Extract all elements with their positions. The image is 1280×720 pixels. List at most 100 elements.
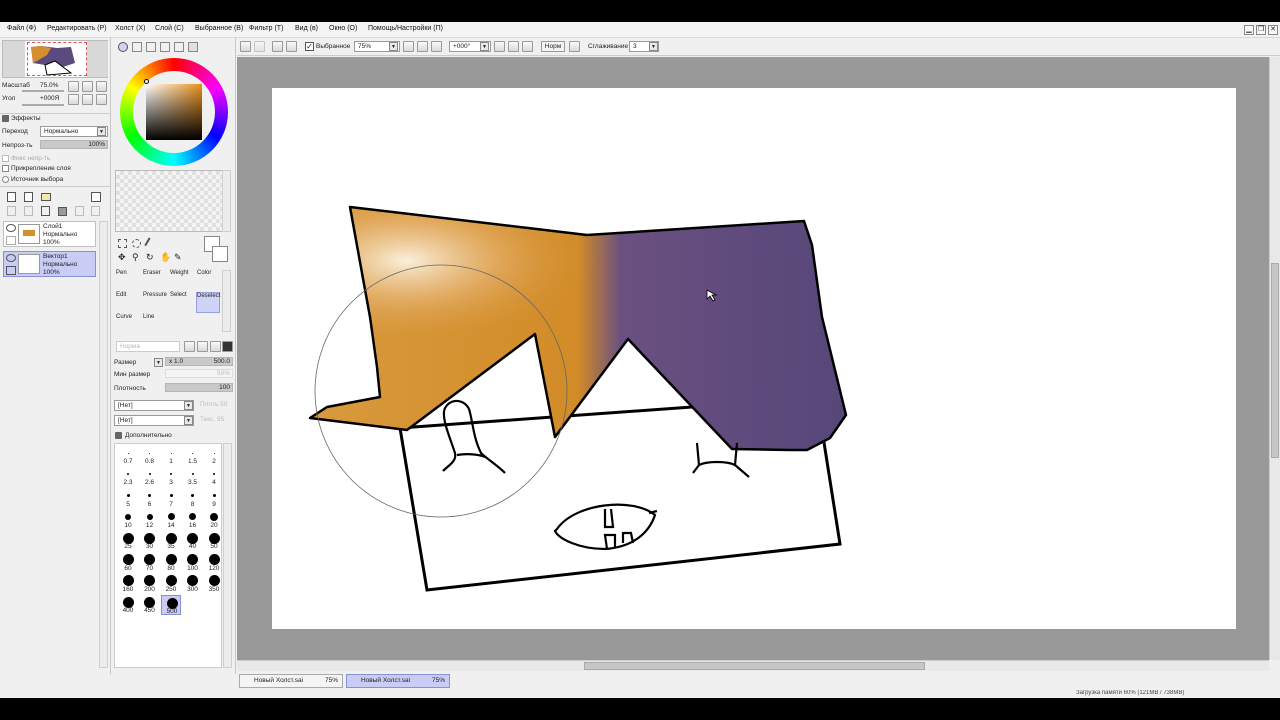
selection-source-checkbox[interactable] (2, 176, 9, 183)
brush-size-item[interactable]: 16 (183, 510, 203, 530)
zoom-out-button[interactable] (68, 81, 79, 92)
tool-pressure[interactable]: Pressure (143, 292, 167, 313)
hand-icon[interactable]: ✋ (160, 253, 171, 263)
tool-curve[interactable]: Curve (116, 314, 140, 335)
close-button[interactable]: ✕ (1268, 25, 1278, 35)
color-picker-handle[interactable] (144, 79, 149, 84)
menu-help[interactable]: Помощь/Настройки (П) (368, 25, 443, 32)
canvas-tab[interactable]: Новый Холст.sai 75% (239, 674, 343, 688)
zoom-in-button[interactable] (82, 81, 93, 92)
menu-file[interactable]: Файл (Ф) (7, 25, 36, 32)
brush-size-item[interactable]: 6 (140, 489, 160, 509)
layer-scrollbar[interactable] (99, 221, 108, 668)
rect-select-icon[interactable] (118, 239, 127, 248)
brush-size-item[interactable]: 35 (161, 531, 181, 551)
layer-row[interactable]: Вектор1 Нормально 100% (3, 251, 96, 277)
flip-mode-button[interactable]: Норм (541, 41, 565, 52)
chevron-down-icon[interactable]: ▼ (184, 401, 193, 410)
undo-button[interactable] (240, 41, 251, 52)
eyedropper-icon[interactable]: ✎ (174, 253, 184, 263)
zoom-reset-button[interactable] (431, 41, 442, 52)
new-folder-icon[interactable] (41, 193, 51, 201)
expand-icon[interactable] (2, 115, 9, 122)
brush-shape-1[interactable] (184, 341, 195, 352)
clip-layer-checkbox[interactable] (2, 165, 9, 172)
zoom-icon[interactable]: ⚲ (132, 253, 142, 263)
canvas-tab[interactable]: Новый Холст.sai 75% (346, 674, 450, 688)
pen-icon[interactable] (6, 266, 16, 275)
menu-view[interactable]: Вид (в) (295, 25, 318, 32)
brush-size-item[interactable]: 0.7 (118, 446, 138, 466)
new-vector-layer-icon[interactable] (24, 192, 33, 202)
tool-deselect[interactable]: Deselect (196, 292, 220, 313)
brush-size-item[interactable]: 3 (161, 467, 181, 487)
menu-selection[interactable]: Выбранное (В) (195, 25, 243, 32)
tool-edit[interactable]: Edit (116, 292, 140, 313)
brush-size-item[interactable]: 20 (204, 510, 224, 530)
color-square[interactable] (146, 84, 202, 140)
brush-size-item[interactable]: 0.8 (140, 446, 160, 466)
brush-size-item[interactable]: 5 (118, 489, 138, 509)
merge-visible-icon[interactable] (75, 206, 84, 216)
deselect-button[interactable] (272, 41, 283, 52)
brush-size-item[interactable]: 500 (161, 595, 181, 616)
layer-options-icon[interactable] (91, 192, 101, 202)
chevron-down-icon[interactable]: ▼ (649, 42, 658, 51)
secondary-color-swatch[interactable] (212, 246, 228, 262)
tool-eraser[interactable]: Eraser (143, 270, 167, 291)
horizontal-scrollbar[interactable] (237, 660, 1269, 671)
palette-tab-icon[interactable] (188, 42, 198, 52)
brush-size-item[interactable]: 25 (118, 531, 138, 551)
redo-button[interactable] (254, 41, 265, 52)
density-slider[interactable]: 100 (165, 383, 233, 392)
copy-layer-icon[interactable] (7, 206, 16, 216)
chevron-down-icon[interactable]: ▼ (480, 42, 489, 51)
eye-icon[interactable] (6, 224, 16, 232)
minimize-button[interactable]: ▁ (1244, 25, 1254, 35)
eye-icon[interactable] (6, 254, 16, 262)
brush-shape-2[interactable] (197, 341, 208, 352)
tool-select[interactable]: Select (170, 292, 194, 313)
brush-size-item[interactable]: 4 (204, 467, 224, 487)
brush-size-item[interactable]: 30 (140, 531, 160, 551)
brush-size-item[interactable]: 2 (204, 446, 224, 466)
brush-shape-3[interactable] (210, 341, 221, 352)
brush-size-item[interactable]: 160 (118, 574, 138, 594)
vertical-scroll-thumb[interactable] (1271, 263, 1279, 458)
brush-mode-field[interactable]: Норма (116, 341, 180, 352)
brush-scrollbar[interactable] (223, 443, 232, 668)
brush-size-item[interactable]: 40 (183, 531, 203, 551)
swatches-tab-icon[interactable] (160, 42, 170, 52)
zoom-reset-button[interactable] (96, 81, 107, 92)
trash-icon[interactable] (58, 207, 67, 216)
brush-size-item[interactable]: 350 (204, 574, 224, 594)
expand-icon[interactable] (115, 432, 122, 439)
zoom-value[interactable]: 75.0% (40, 82, 58, 89)
brush-size-item[interactable]: 80 (161, 553, 181, 573)
chevron-down-icon[interactable]: ▼ (184, 416, 193, 425)
hsv-slider-tab-icon[interactable] (146, 42, 156, 52)
brush-size-item[interactable]: 70 (140, 553, 160, 573)
brush-size-item[interactable]: 250 (161, 574, 181, 594)
scratchpad-tab-icon[interactable] (174, 42, 184, 52)
brush-size-item[interactable]: 400 (118, 595, 138, 615)
menu-canvas[interactable]: Холст (Х) (115, 25, 145, 32)
tool-weight[interactable]: Weight (170, 270, 194, 291)
horizontal-scroll-thumb[interactable] (584, 662, 925, 670)
brush-size-item[interactable]: 300 (183, 574, 203, 594)
brush-shape-select[interactable]: [Нет] (114, 400, 194, 411)
zoom-in-button[interactable] (417, 41, 428, 52)
brush-size-item[interactable]: 12 (140, 510, 160, 530)
chevron-down-icon[interactable]: ▼ (97, 127, 106, 136)
merge-down-icon[interactable] (24, 206, 33, 216)
menu-filter[interactable]: Фильтр (Т) (249, 25, 283, 32)
chevron-down-icon[interactable]: ▼ (154, 358, 163, 367)
brush-texture-select[interactable]: [Нет] (114, 415, 194, 426)
artwork[interactable] (237, 57, 1269, 660)
canvas-viewport[interactable] (237, 57, 1269, 660)
scratch-pad[interactable] (115, 170, 223, 232)
brush-size-item[interactable]: 14 (161, 510, 181, 530)
tool-line[interactable]: Line (143, 314, 167, 335)
opacity-slider[interactable]: 100% (40, 140, 108, 149)
protect-opacity-checkbox[interactable] (2, 155, 9, 162)
